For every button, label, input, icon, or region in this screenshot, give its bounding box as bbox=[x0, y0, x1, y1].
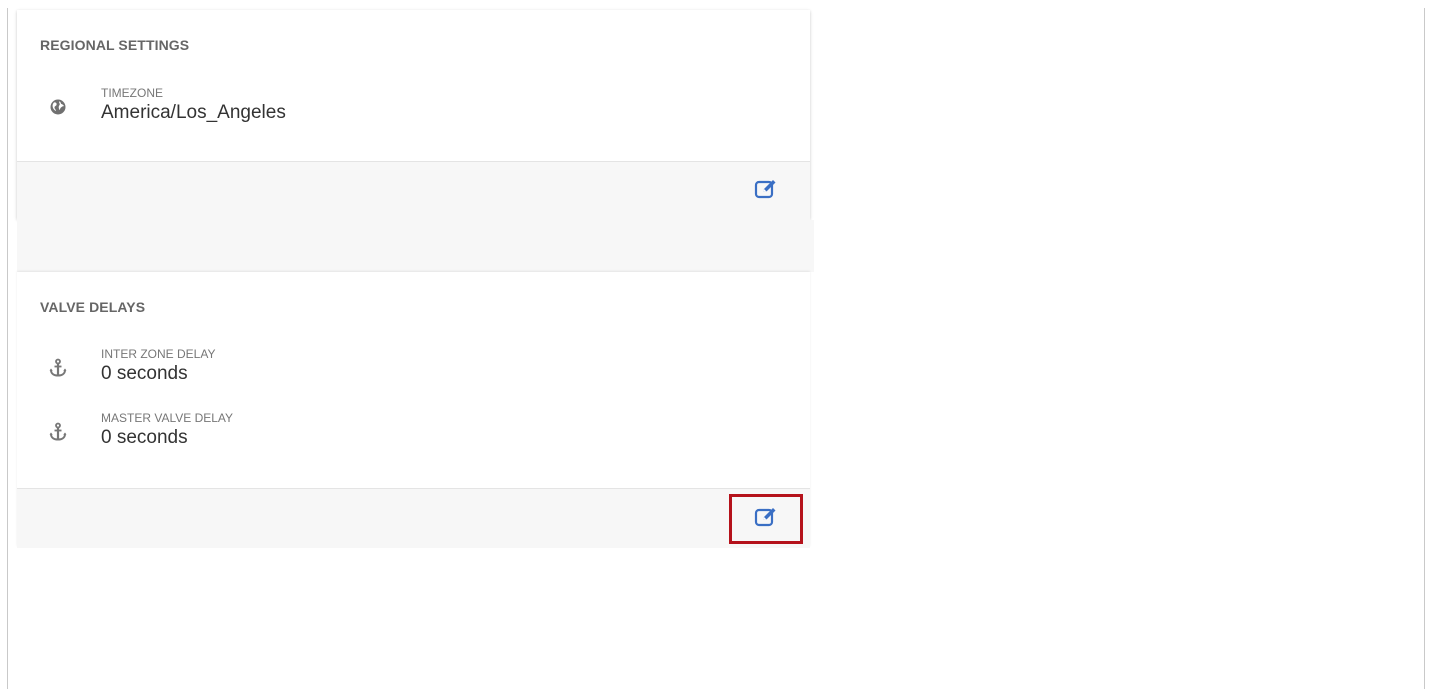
valve-delays-card: VALVE DELAYS INTER ZONE DELAY 0 seconds bbox=[17, 272, 810, 548]
anchor-icon bbox=[48, 358, 68, 378]
master-valve-delay-label: MASTER VALVE DELAY bbox=[101, 411, 234, 425]
window-border-right bbox=[1424, 8, 1425, 689]
anchor-icon bbox=[48, 422, 68, 442]
inter-zone-delay-label: INTER ZONE DELAY bbox=[101, 347, 216, 361]
regional-settings-edit-button[interactable] bbox=[749, 174, 783, 208]
regional-settings-card: REGIONAL SETTINGS TIMEZONE America/Los_A… bbox=[17, 10, 810, 220]
edit-icon bbox=[754, 506, 778, 533]
card-gutter bbox=[17, 220, 814, 272]
inter-zone-delay-row: INTER ZONE DELAY 0 seconds bbox=[17, 347, 810, 397]
timezone-value: America/Los_Angeles bbox=[101, 102, 286, 123]
valve-delays-footer bbox=[17, 488, 810, 548]
window-border-left bbox=[7, 8, 8, 689]
master-valve-delay-row: MASTER VALVE DELAY 0 seconds bbox=[17, 411, 810, 461]
edit-icon bbox=[754, 178, 778, 205]
valve-delays-edit-button[interactable] bbox=[729, 494, 803, 544]
regional-settings-footer bbox=[17, 161, 810, 220]
globe-icon bbox=[48, 97, 68, 117]
valve-delays-title: VALVE DELAYS bbox=[40, 299, 146, 315]
inter-zone-delay-value: 0 seconds bbox=[101, 363, 188, 384]
timezone-label: TIMEZONE bbox=[101, 86, 163, 100]
timezone-row: TIMEZONE America/Los_Angeles bbox=[17, 86, 810, 136]
master-valve-delay-value: 0 seconds bbox=[101, 427, 188, 448]
regional-settings-title: REGIONAL SETTINGS bbox=[40, 37, 190, 53]
